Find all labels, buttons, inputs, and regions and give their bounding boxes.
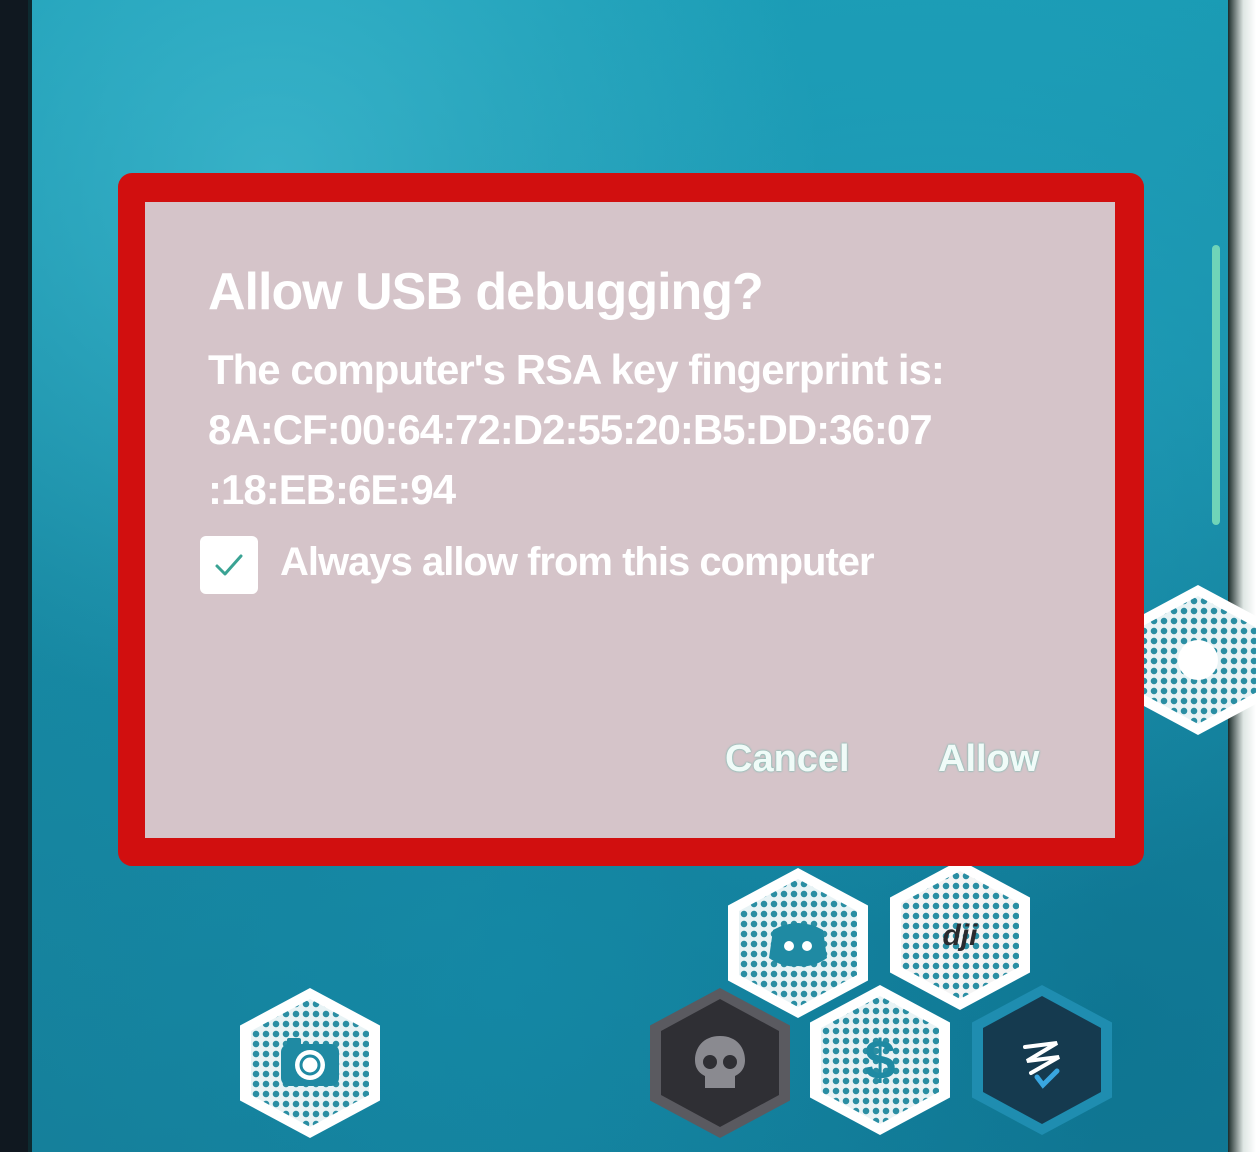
- cancel-button[interactable]: Cancel: [725, 738, 850, 781]
- dialog-message: The computer's RSA key fingerprint is: 8…: [208, 340, 1088, 520]
- phone-edge: [1228, 0, 1256, 1152]
- rsa-fingerprint-part1: 8A:CF:00:64:72:D2:55:20:B5:DD:36:07: [208, 406, 933, 453]
- dialog-title: Allow USB debugging?: [208, 263, 764, 321]
- always-allow-label[interactable]: Always allow from this computer: [280, 540, 875, 585]
- skull-icon: [695, 1036, 745, 1088]
- rsa-fingerprint-part2: :18:EB:6E:94: [208, 466, 456, 513]
- signature-icon: [1023, 1041, 1060, 1089]
- app-icon: [1178, 640, 1218, 680]
- camera-icon: [281, 1038, 339, 1086]
- rsa-fingerprint-intro: The computer's RSA key fingerprint is:: [208, 346, 945, 393]
- discord-icon: [769, 923, 827, 967]
- svg-text:dji: dji: [943, 919, 979, 952]
- svg-text:$: $: [864, 1028, 895, 1091]
- checkmark-icon: [215, 554, 243, 576]
- dji-icon: dji: [943, 919, 979, 952]
- allow-button[interactable]: Allow: [938, 738, 1039, 781]
- dollar-icon: $: [864, 1028, 895, 1091]
- edge-panel-handle[interactable]: [1212, 245, 1220, 525]
- always-allow-checkbox[interactable]: [200, 536, 258, 594]
